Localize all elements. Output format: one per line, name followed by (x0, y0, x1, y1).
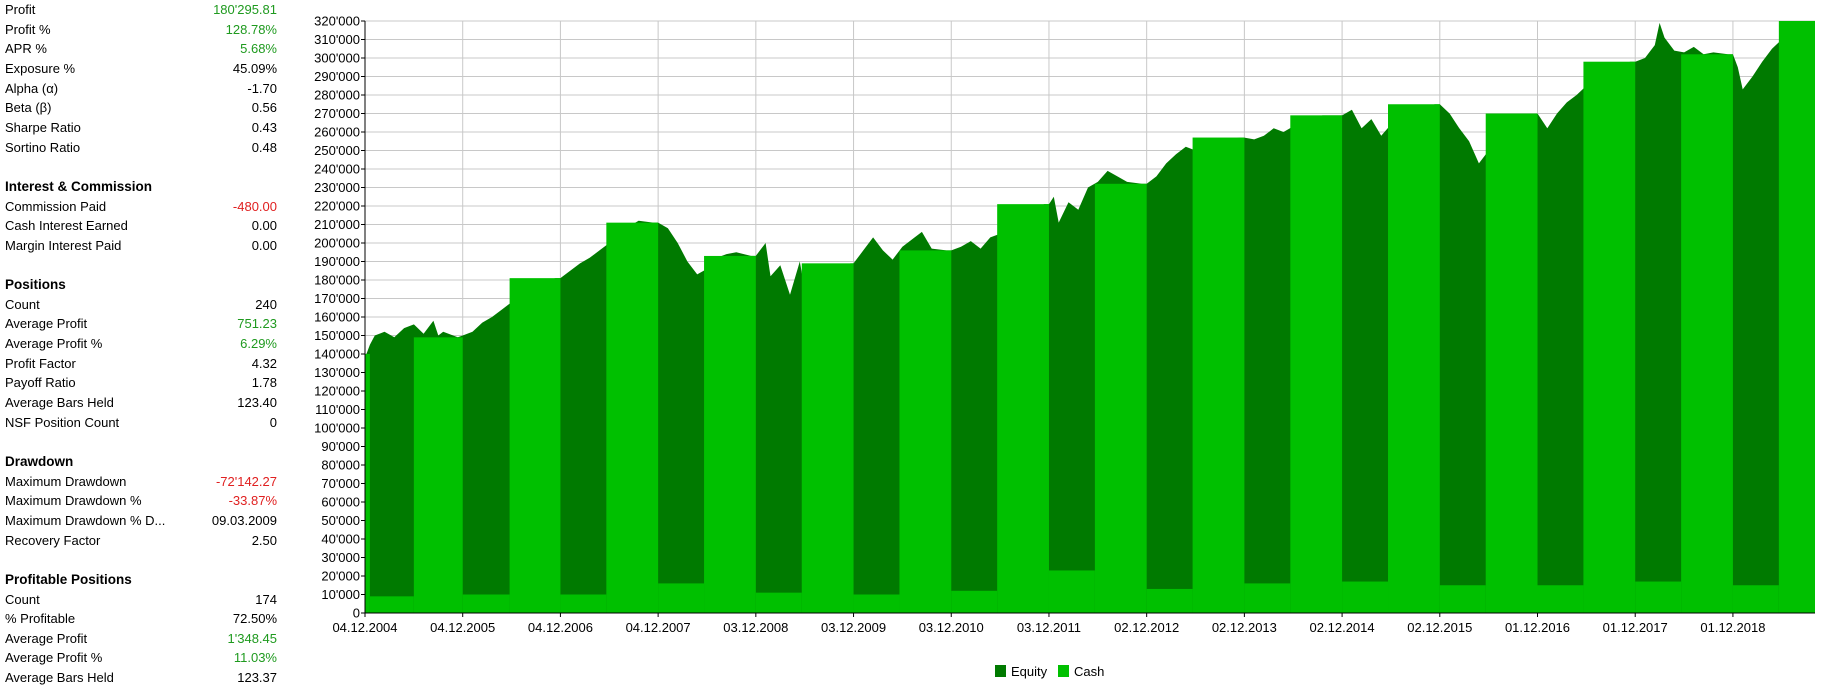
cash-segment (853, 594, 900, 613)
cash-segment (1192, 137, 1245, 614)
y-tick-label: 320'000 (314, 14, 360, 29)
cash-segment (1094, 183, 1147, 614)
y-tick-label: 60'000 (321, 495, 360, 510)
y-tick-label: 50'000 (321, 513, 360, 528)
y-tick-label: 230'000 (314, 180, 360, 195)
cash-segment (899, 250, 952, 613)
y-tick-label: 100'000 (314, 421, 360, 436)
x-tick-label: 03.12.2010 (919, 620, 984, 635)
cash-segment (1290, 115, 1343, 613)
y-tick-label: 150'000 (314, 328, 360, 343)
y-tick-label: 10'000 (321, 587, 360, 602)
x-tick-label: 04.12.2006 (528, 620, 593, 635)
cash-segment (1342, 581, 1389, 613)
cash-segment (1244, 583, 1291, 613)
y-tick-label: 290'000 (314, 69, 360, 84)
x-tick-label: 02.12.2012 (1114, 620, 1179, 635)
cash-segment (462, 594, 510, 613)
y-tick-label: 210'000 (314, 217, 360, 232)
x-tick-label: 01.12.2016 (1505, 620, 1570, 635)
y-tick-label: 250'000 (314, 143, 360, 158)
y-tick-label: 190'000 (314, 254, 360, 269)
legend-label-equity: Equity (1011, 664, 1048, 679)
y-tick-label: 200'000 (314, 236, 360, 251)
legend-label-cash: Cash (1074, 664, 1104, 679)
y-tick-label: 70'000 (321, 476, 360, 491)
cash-segment (560, 594, 607, 613)
cash-segment (1778, 21, 1815, 613)
x-tick-label: 01.12.2017 (1603, 620, 1668, 635)
chart-svg: 0 10'000 20'000 30'000 40'000 50'000 60'000 70'… (314, 14, 1815, 679)
cash-segment (1146, 588, 1193, 613)
x-tick-label: 01.12.2018 (1700, 620, 1765, 635)
y-tick-label: 130'000 (314, 365, 360, 380)
cash-segment (997, 204, 1049, 613)
y-tick-label: 90'000 (321, 439, 360, 454)
x-tick-label: 02.12.2015 (1407, 620, 1472, 635)
y-tick-label: 140'000 (314, 347, 360, 362)
cash-segment (658, 583, 705, 613)
cash-segment (413, 337, 463, 613)
y-tick-label: 180'000 (314, 273, 360, 288)
cash-segment (369, 596, 414, 613)
x-tick-label: 04.12.2005 (430, 620, 495, 635)
x-tick-label: 04.12.2007 (626, 620, 691, 635)
cash-segment (1388, 104, 1440, 613)
x-tick-label: 02.12.2014 (1310, 620, 1375, 635)
cash-segment (1485, 113, 1538, 613)
y-tick-label: 20'000 (321, 569, 360, 584)
cash-segment (704, 255, 756, 613)
legend-swatch-equity (995, 665, 1006, 677)
y-tick-label: 170'000 (314, 291, 360, 306)
cash-segment (509, 278, 561, 613)
y-tick-label: 40'000 (321, 532, 360, 547)
cash-segment (1537, 585, 1584, 613)
y-tick-label: 120'000 (314, 384, 360, 399)
x-tick-label: 03.12.2009 (821, 620, 886, 635)
cash-segment (1681, 54, 1733, 614)
y-tick-label: 260'000 (314, 125, 360, 140)
cash-segment (1732, 585, 1779, 613)
y-tick-label: 0 (353, 606, 360, 621)
cash-segment (951, 590, 998, 613)
x-tick-label: 04.12.2004 (332, 620, 397, 635)
y-tick-label: 270'000 (314, 106, 360, 121)
y-tick-label: 80'000 (321, 458, 360, 473)
y-tick-label: 280'000 (314, 88, 360, 103)
y-tick-label: 160'000 (314, 310, 360, 325)
cash-segment (1583, 61, 1636, 613)
equity-cash-chart: 0 10'000 20'000 30'000 40'000 50'000 60'000 70'… (0, 0, 1826, 688)
x-tick-label: 02.12.2013 (1212, 620, 1277, 635)
x-tick-label: 03.12.2008 (723, 620, 788, 635)
legend-swatch-cash (1058, 665, 1069, 677)
cash-segment (606, 222, 659, 613)
cash-segment (365, 354, 370, 613)
cash-segment (801, 263, 854, 613)
y-tick-label: 310'000 (314, 32, 360, 47)
y-tick-label: 110'000 (315, 402, 360, 417)
cash-segment (755, 592, 802, 613)
cash-segment (1635, 581, 1682, 613)
y-tick-label: 220'000 (314, 199, 360, 214)
cash-segment (1048, 570, 1095, 613)
cash-segment (1439, 585, 1486, 613)
x-tick-label: 03.12.2011 (1017, 620, 1081, 635)
y-tick-label: 30'000 (321, 550, 360, 565)
y-tick-label: 300'000 (314, 51, 360, 66)
y-tick-label: 240'000 (314, 162, 360, 177)
